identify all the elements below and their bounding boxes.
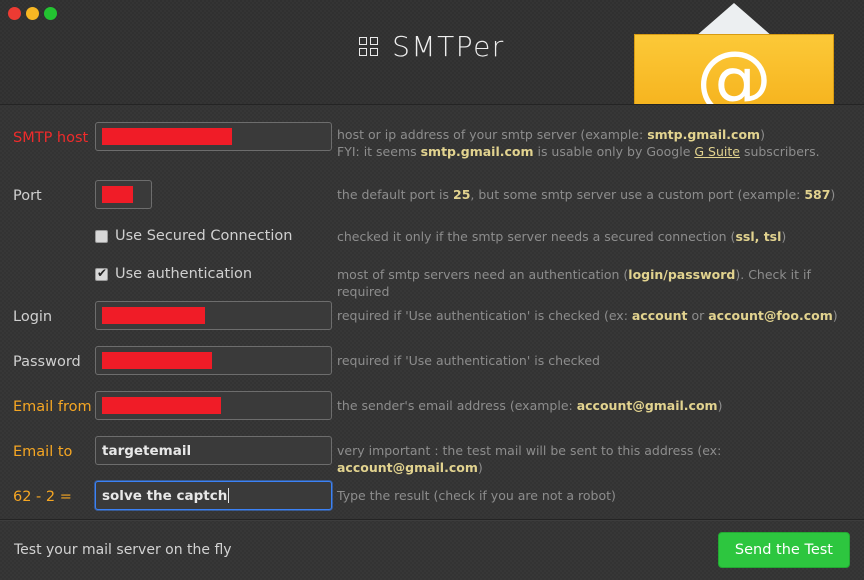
redacted-value bbox=[102, 307, 205, 324]
use-secured-connection-label: Use Secured Connection bbox=[115, 228, 293, 244]
form-row-captcha: 62 - 2 = solve the captch Type the resul… bbox=[0, 477, 864, 522]
redacted-value bbox=[102, 352, 212, 369]
label-port: Port bbox=[13, 188, 42, 204]
help-login: required if 'Use authentication' is chec… bbox=[337, 308, 838, 323]
help-email-from: the sender's email address (example: acc… bbox=[337, 398, 723, 413]
password-input[interactable] bbox=[95, 346, 332, 375]
footer-tagline: Test your mail server on the fly bbox=[14, 542, 232, 558]
help-port: the default port is 25, but some smtp se… bbox=[337, 187, 836, 202]
form-row-password: Password required if 'Use authentication… bbox=[0, 342, 864, 387]
use-authentication-checkbox[interactable] bbox=[95, 266, 108, 281]
form-row-port: Port the default port is 25, but some sm… bbox=[0, 176, 864, 221]
label-email-to: Email to bbox=[13, 444, 73, 460]
field-captcha: solve the captch bbox=[95, 477, 332, 510]
use-secured-connection-checkbox[interactable] bbox=[95, 229, 108, 243]
label-captcha: 62 - 2 = bbox=[13, 489, 72, 505]
form-row-login: Login required if 'Use authentication' i… bbox=[0, 297, 864, 342]
form-row-email-to: Email to targetemail very important : th… bbox=[0, 432, 864, 477]
captcha-value: solve the captch bbox=[102, 487, 228, 504]
field-email-from bbox=[95, 387, 332, 420]
help-captcha: Type the result (check if you are not a … bbox=[337, 488, 616, 503]
form-row-use-secured-connection: Use Secured Connection checked it only i… bbox=[0, 221, 864, 259]
email-to-input[interactable]: targetemail bbox=[95, 436, 332, 465]
send-test-button[interactable]: Send the Test bbox=[717, 532, 850, 568]
help-email-to: very important : the test mail will be s… bbox=[337, 443, 722, 475]
redacted-value bbox=[102, 128, 232, 145]
at-symbol: @ bbox=[696, 34, 772, 105]
text-caret bbox=[228, 488, 230, 503]
label-spacer-auth bbox=[13, 259, 95, 270]
redacted-value bbox=[102, 397, 221, 414]
field-email-to: targetemail bbox=[95, 432, 332, 465]
grid-2x2-icon bbox=[359, 37, 379, 56]
envelope-front: @ bbox=[634, 34, 834, 105]
field-smtp-host bbox=[95, 118, 332, 151]
email-to-value: targetemail bbox=[102, 442, 192, 459]
label-login: Login bbox=[13, 309, 53, 325]
use-authentication-checkbox-wrap[interactable]: Use authentication bbox=[95, 259, 332, 282]
captcha-input[interactable]: solve the captch bbox=[95, 481, 332, 510]
help-password: required if 'Use authentication' is chec… bbox=[337, 353, 600, 368]
help-use-secured-connection: checked it only if the smtp server needs… bbox=[337, 229, 787, 244]
app-title: SMTPer bbox=[392, 30, 505, 63]
email-from-input[interactable] bbox=[95, 391, 332, 420]
field-port bbox=[95, 176, 332, 209]
app-footer: Test your mail server on the fly Send th… bbox=[0, 519, 864, 580]
window-titlebar bbox=[0, 0, 864, 26]
window-minimize-button[interactable] bbox=[26, 6, 39, 20]
help-smtp-host: host or ip address of your smtp server (… bbox=[337, 127, 820, 159]
label-email-from: Email from bbox=[13, 399, 92, 415]
label-smtp-host: SMTP host bbox=[13, 130, 89, 146]
use-authentication-label: Use authentication bbox=[115, 266, 253, 282]
port-input[interactable] bbox=[95, 180, 152, 209]
label-password: Password bbox=[13, 354, 81, 370]
window-close-button[interactable] bbox=[8, 6, 21, 20]
help-use-authentication: most of smtp servers need an authenticat… bbox=[337, 267, 811, 299]
window-maximize-button[interactable] bbox=[44, 6, 57, 20]
use-secured-connection-checkbox-wrap[interactable]: Use Secured Connection bbox=[95, 221, 332, 244]
form-row-smtp-host: SMTP host host or ip address of your smt… bbox=[0, 118, 864, 176]
field-login bbox=[95, 297, 332, 330]
label-spacer-secured bbox=[13, 221, 95, 232]
form-row-use-authentication: Use authentication most of smtp servers … bbox=[0, 259, 864, 299]
field-password bbox=[95, 342, 332, 375]
login-input[interactable] bbox=[95, 301, 332, 330]
redacted-value bbox=[102, 186, 133, 203]
form-row-email-from: Email from the sender's email address (e… bbox=[0, 387, 864, 432]
smtp-host-input[interactable] bbox=[95, 122, 332, 151]
smtp-settings-form: SMTP host host or ip address of your smt… bbox=[0, 106, 864, 519]
